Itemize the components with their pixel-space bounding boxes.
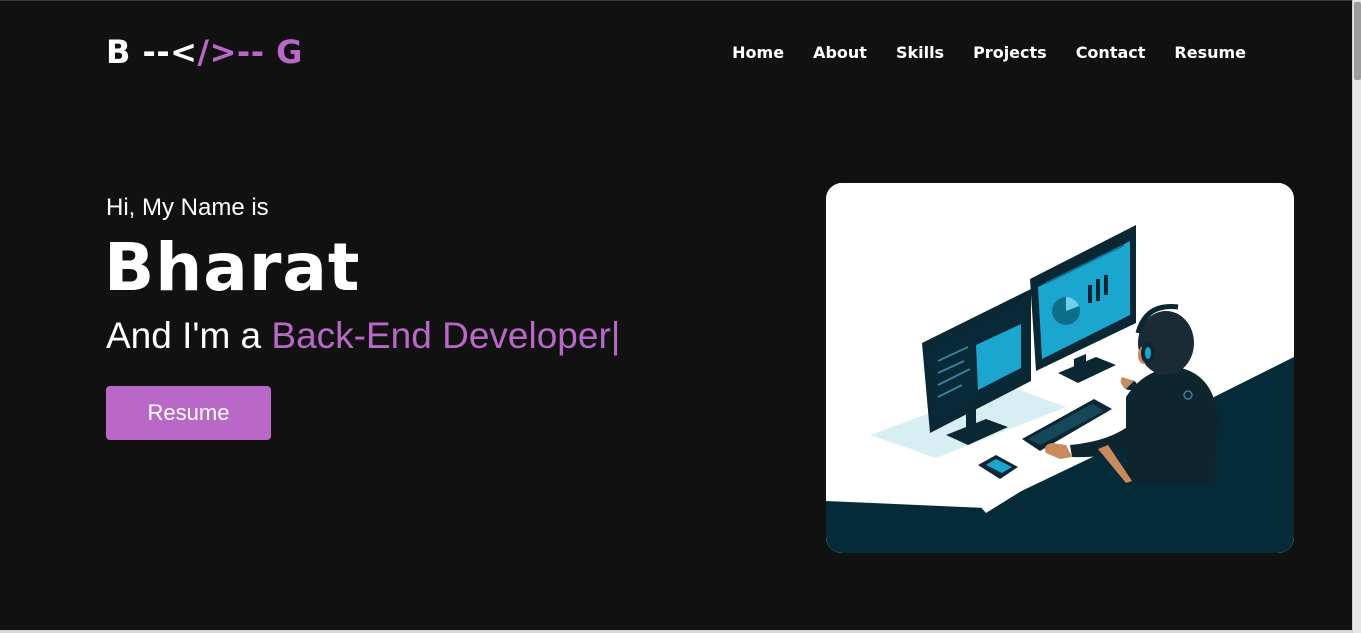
hero-role: And I'm a Back-End Developer| xyxy=(106,315,620,357)
vertical-scrollbar[interactable] xyxy=(1352,0,1361,633)
nav-resume[interactable]: Resume xyxy=(1174,43,1246,62)
hero-role-prefix: And I'm a xyxy=(106,315,262,356)
nav-skills[interactable]: Skills xyxy=(896,43,944,62)
logo-left-text: B --< xyxy=(106,33,198,71)
developer-illustration xyxy=(826,183,1294,553)
page: B --</>-- G Home About Skills Projects C… xyxy=(0,0,1352,633)
nav-projects[interactable]: Projects xyxy=(973,43,1047,62)
hero-name: Bharat xyxy=(104,229,361,306)
resume-button[interactable]: Resume xyxy=(106,386,271,440)
nav-home[interactable]: Home xyxy=(732,43,784,62)
hero-role-typed: Back-End Developer| xyxy=(271,315,621,356)
nav-contact[interactable]: Contact xyxy=(1076,43,1146,62)
logo[interactable]: B --</>-- G xyxy=(106,33,303,71)
main-nav: Home About Skills Projects Contact Resum… xyxy=(732,43,1246,62)
scrollbar-thumb[interactable] xyxy=(1354,2,1361,80)
logo-accent-text: />-- G xyxy=(197,33,303,71)
hero-greeting: Hi, My Name is xyxy=(106,194,269,221)
nav-about[interactable]: About xyxy=(813,43,867,62)
developer-at-desk-image xyxy=(826,183,1294,553)
